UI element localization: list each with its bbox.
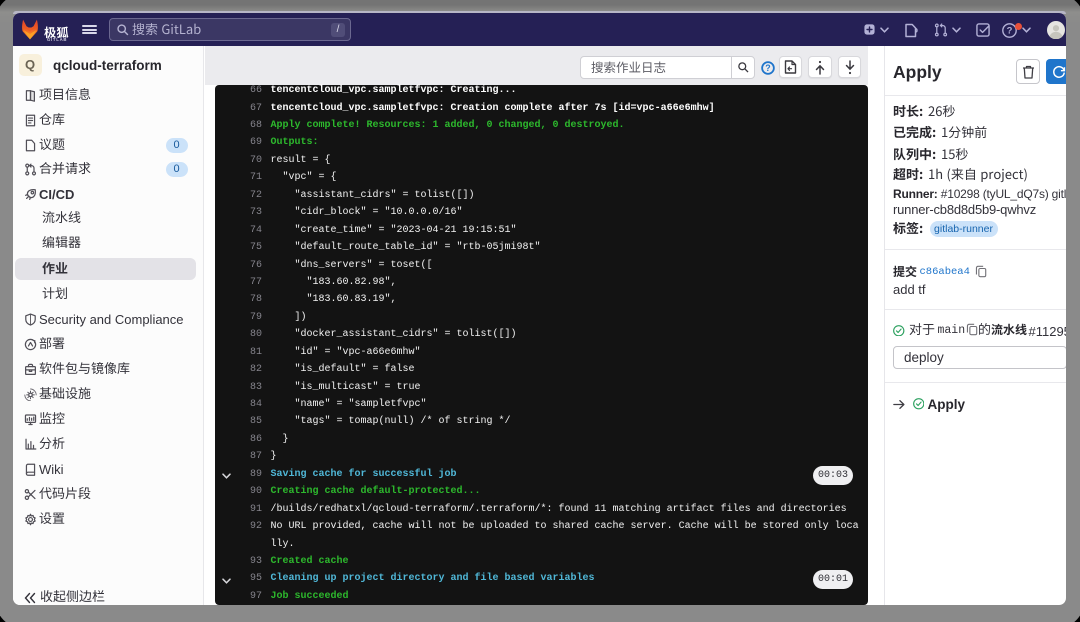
svg-text:?: ? xyxy=(765,63,770,73)
svg-text:?: ? xyxy=(1007,25,1013,36)
